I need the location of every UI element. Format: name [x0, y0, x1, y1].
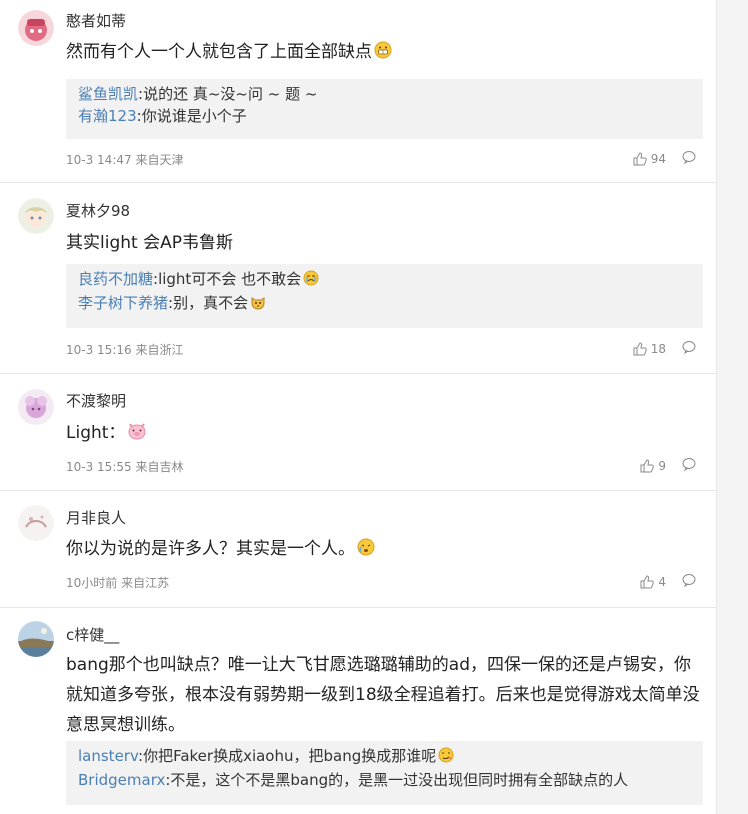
comment-meta: 10-3 14:47 来自天津 — [66, 153, 184, 167]
comment-item: 不渡黎明 Light： 10-3 15:55 来自吉林 9 — [0, 374, 716, 490]
comment-text-content: Light： — [66, 423, 126, 443]
like-count: 18 — [650, 341, 666, 356]
thumbs-up-icon — [640, 574, 655, 588]
comment-meta: 10小时前 来自江苏 — [66, 576, 170, 590]
comment-actions: 9 — [640, 457, 696, 474]
reply-item: lansterv:你把Faker换成xiaohu，把bang换成那谁呢 — [78, 745, 691, 769]
reply-text: 你把Faker换成xiaohu，把bang换成那谁呢 — [143, 747, 437, 765]
like-button[interactable]: 9 — [640, 459, 666, 473]
reply-box: 良药不加糖:light可不会 也不敢会 李子树下养猪:别，真不会 — [66, 264, 703, 328]
scrollbar-track[interactable] — [716, 0, 748, 814]
reply-text: 不是，这个不是黑bang的，是黑一过没出现但同时拥有全部缺点的人 — [170, 771, 629, 789]
comment-username[interactable]: 月非良人 — [66, 507, 126, 528]
reply-item: 鲨鱼凯凯:说的还 真~没~问 ~ 题 ~ — [78, 83, 691, 105]
avatar[interactable] — [18, 621, 54, 657]
comment-text: Light： — [66, 418, 706, 450]
grin-emoji — [374, 39, 392, 69]
comment-actions: 18 — [633, 340, 696, 357]
comment-text: 其实light 会AP韦鲁斯 — [66, 228, 706, 258]
reply-item: 良药不加糖:light可不会 也不敢会 — [78, 268, 691, 292]
reply-box: lansterv:你把Faker换成xiaohu，把bang换成那谁呢 Brid… — [66, 741, 703, 805]
reply-item: 李子树下养猪:别，真不会 — [78, 292, 691, 316]
comment-item: 夏林夕98 其实light 会AP韦鲁斯 良药不加糖:light可不会 也不敢会… — [0, 183, 716, 373]
reply-text: 说的还 真~没~问 ~ 题 ~ — [143, 85, 318, 103]
like-button[interactable]: 18 — [633, 342, 666, 356]
reply-username[interactable]: 李子树下养猪 — [78, 294, 168, 312]
comment-text: 你以为说的是许多人？其实是一个人。 — [66, 534, 706, 566]
like-button[interactable]: 94 — [633, 152, 666, 166]
avatar[interactable] — [18, 505, 54, 541]
comment-text-content: bang那个也叫缺点？唯一让大飞甘愿选璐璐辅助的ad，四保一保的还是卢锡安，你就… — [66, 655, 700, 735]
avatar[interactable] — [18, 198, 54, 234]
comment-bubble-icon[interactable] — [682, 150, 696, 167]
comment-item: c梓健__ bang那个也叫缺点？唯一让大飞甘愿选璐璐辅助的ad，四保一保的还是… — [0, 608, 716, 814]
comment-text: bang那个也叫缺点？唯一让大飞甘愿选璐璐辅助的ad，四保一保的还是卢锡安，你就… — [66, 650, 706, 740]
cry-emoji — [303, 270, 319, 292]
comment-username[interactable]: 憨者如蒂 — [66, 10, 126, 31]
comment-username[interactable]: 夏林夕98 — [66, 200, 130, 221]
avatar[interactable] — [18, 10, 54, 46]
comment-item: 月非良人 你以为说的是许多人？其实是一个人。 10小时前 来自江苏 4 — [0, 491, 716, 607]
reply-username[interactable]: 良药不加糖 — [78, 270, 153, 288]
cat-emoji — [250, 294, 266, 316]
smirk-emoji — [438, 747, 454, 769]
avatar[interactable] — [18, 389, 54, 425]
comment-text-content: 你以为说的是许多人？其实是一个人。 — [66, 539, 355, 559]
comment-bubble-icon[interactable] — [682, 340, 696, 357]
comment-item: 憨者如蒂 然而有个人一个人就包含了上面全部缺点 鲨鱼凯凯:说的还 真~没~问 ~… — [0, 0, 716, 182]
like-count: 4 — [658, 574, 666, 589]
like-button[interactable]: 4 — [640, 575, 666, 589]
reply-username[interactable]: 鲨鱼凯凯 — [78, 85, 138, 103]
reply-username[interactable]: Bridgemarx — [78, 771, 165, 789]
comment-actions: 94 — [633, 150, 696, 167]
thumbs-up-icon — [640, 458, 655, 472]
comment-text-content: 其实light 会AP韦鲁斯 — [66, 233, 233, 253]
reply-text: 别，真不会 — [173, 294, 249, 312]
reply-text: :light可不会 也不敢会 — [153, 270, 302, 288]
comment-bubble-icon[interactable] — [682, 457, 696, 474]
comment-text-content: 然而有个人一个人就包含了上面全部缺点 — [66, 42, 372, 62]
comment-text: 然而有个人一个人就包含了上面全部缺点 — [66, 37, 706, 69]
comment-bubble-icon[interactable] — [682, 573, 696, 590]
reply-item: 有瀚123:你说谁是小个子 — [78, 105, 691, 127]
thumbs-up-icon — [633, 151, 647, 165]
comment-meta: 10-3 15:55 来自吉林 — [66, 460, 184, 474]
like-count: 94 — [650, 151, 666, 166]
like-count: 9 — [658, 458, 666, 473]
comment-username[interactable]: c梓健__ — [66, 624, 119, 645]
reply-text: 你说谁是小个子 — [141, 107, 247, 125]
tear-emoji — [357, 536, 375, 566]
reply-username[interactable]: lansterv — [78, 747, 138, 765]
reply-item: Bridgemarx:不是，这个不是黑bang的，是黑一过没出现但同时拥有全部缺… — [78, 769, 691, 791]
reply-box: 鲨鱼凯凯:说的还 真~没~问 ~ 题 ~ 有瀚123:你说谁是小个子 — [66, 79, 703, 139]
thumbs-up-icon — [633, 341, 647, 355]
comment-meta: 10-3 15:16 来自浙江 — [66, 343, 184, 357]
comment-actions: 4 — [640, 573, 696, 590]
comment-username[interactable]: 不渡黎明 — [66, 390, 126, 411]
reply-username[interactable]: 有瀚123 — [78, 107, 137, 125]
pig-emoji — [127, 420, 147, 450]
